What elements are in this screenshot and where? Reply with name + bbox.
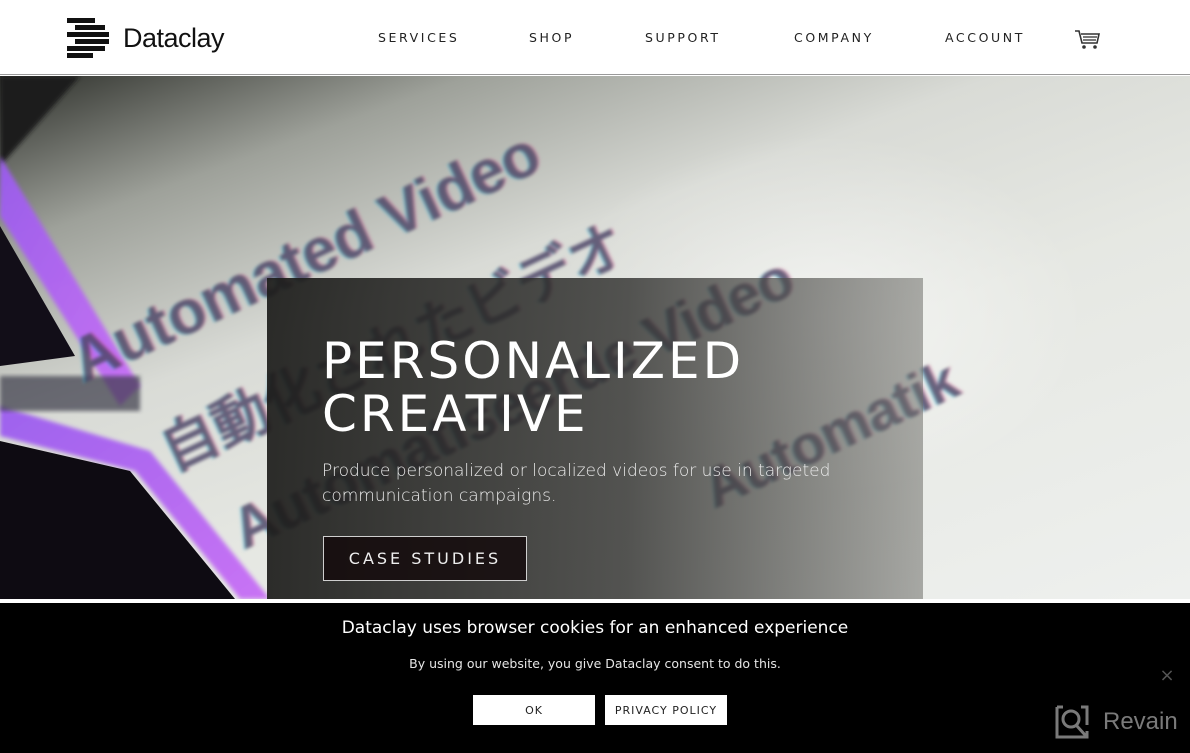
hero-title: PERSONALIZED CREATIVE — [322, 335, 744, 441]
hero-subtitle: Produce personalized or localized videos… — [322, 461, 831, 506]
case-studies-button[interactable]: CASE STUDIES — [323, 536, 527, 581]
brand-logo[interactable]: Dataclay — [67, 16, 225, 60]
hero-title-line-1: PERSONALIZED — [322, 332, 745, 390]
hero-title-line-2: CREATIVE — [322, 385, 589, 443]
brand-name: Dataclay — [123, 22, 225, 53]
revain-label: Revain — [1103, 708, 1178, 735]
cookie-text: By using our website, you give Dataclay … — [409, 656, 781, 671]
shopping-cart-icon — [1075, 30, 1100, 49]
cookie-title: Dataclay uses browser cookies for an enh… — [341, 618, 849, 638]
hero-section: Automated Video Automatiseerde Video Aut… — [0, 76, 1190, 599]
close-icon[interactable]: × — [1158, 667, 1176, 685]
nav-account[interactable]: ACCOUNT — [945, 30, 1025, 45]
site-header: Dataclay SERVICES SHOP SUPPORT COMPANY A… — [0, 0, 1190, 75]
nav-shop[interactable]: SHOP — [529, 30, 574, 45]
privacy-policy-button[interactable]: PRIVACY POLICY — [605, 695, 727, 725]
hero-card: PERSONALIZED CREATIVE Produce personaliz… — [267, 278, 923, 599]
revain-watermark: Revain — [1055, 705, 1178, 739]
cookie-banner: Dataclay uses browser cookies for an enh… — [0, 603, 1190, 753]
nav-services[interactable]: SERVICES — [378, 30, 459, 45]
dataclay-logo-icon — [67, 16, 111, 60]
cart-button[interactable] — [1074, 29, 1102, 51]
nav-support[interactable]: SUPPORT — [645, 30, 721, 45]
revain-logo-icon — [1055, 705, 1089, 739]
nav-company[interactable]: COMPANY — [794, 30, 874, 45]
cookie-ok-button[interactable]: OK — [473, 695, 595, 725]
